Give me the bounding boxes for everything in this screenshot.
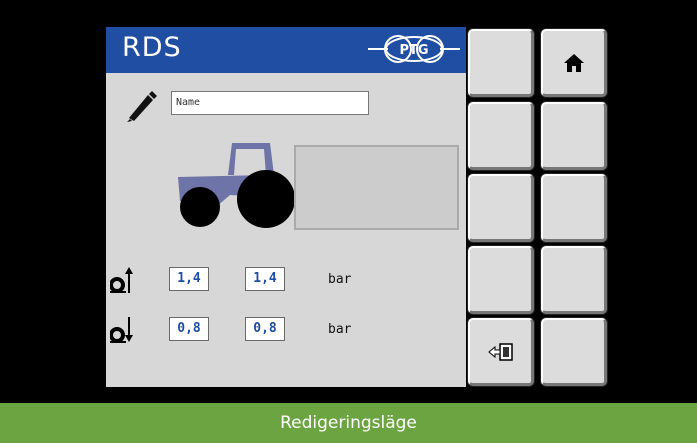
title-bar: RDS PTG: [106, 27, 466, 73]
terminal-screen: RDS PTG Name 1,4 1,4 bar 0,8 0,8 bar: [106, 27, 466, 387]
status-bar: Redigeringsläge: [0, 403, 697, 443]
pencil-icon: [127, 91, 157, 122]
softkey-6[interactable]: [541, 174, 607, 242]
exit-icon: [487, 342, 513, 361]
tire-down-arrow-icon: [110, 317, 133, 343]
softkey-panel: [466, 27, 609, 387]
ptg-logo: PTG: [368, 35, 460, 63]
lower-pressure-unit: bar: [328, 322, 352, 337]
upper-front-pressure-field[interactable]: 1,4: [169, 267, 209, 291]
home-icon: [563, 53, 584, 72]
softkey-10[interactable]: [541, 318, 607, 386]
name-input[interactable]: Name: [171, 91, 369, 115]
page-title: RDS: [122, 32, 182, 63]
tractor-icon: [178, 143, 295, 228]
softkey-4[interactable]: [541, 102, 607, 170]
softkey-1[interactable]: [468, 29, 534, 97]
softkey-5[interactable]: [468, 174, 534, 242]
softkey-7[interactable]: [468, 246, 534, 314]
lower-front-pressure-field[interactable]: 0,8: [169, 317, 209, 341]
image-placeholder: [294, 145, 459, 230]
logo-text: PTG: [399, 43, 428, 58]
softkey-3[interactable]: [468, 102, 534, 170]
upper-pressure-unit: bar: [328, 272, 352, 287]
softkey-8[interactable]: [541, 246, 607, 314]
exit-button[interactable]: [468, 318, 534, 386]
upper-rear-pressure-field[interactable]: 1,4: [245, 267, 285, 291]
home-button[interactable]: [541, 29, 607, 97]
tire-up-arrow-icon: [110, 267, 133, 293]
lower-rear-pressure-field[interactable]: 0,8: [245, 317, 285, 341]
